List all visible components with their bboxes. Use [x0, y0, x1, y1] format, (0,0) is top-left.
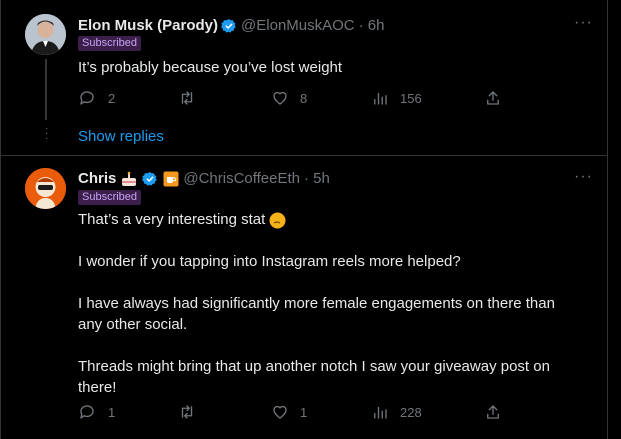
avatar-image — [25, 14, 66, 55]
views-button[interactable]: 156 — [371, 89, 422, 107]
thread-line — [45, 59, 47, 120]
handle[interactable]: @ElonMuskAOC — [241, 17, 355, 34]
cake-emoji-icon — [122, 171, 137, 186]
like-icon — [273, 405, 287, 419]
reply-count: 2 — [108, 90, 116, 106]
reply-button[interactable]: 1 — [78, 403, 115, 421]
reply-count: 1 — [108, 404, 116, 420]
timestamp[interactable]: · 6h — [359, 17, 385, 34]
views-icon — [374, 92, 387, 105]
like-count: 1 — [300, 404, 308, 420]
tweet-paragraph: Threads might bring that up another notc… — [78, 358, 550, 396]
retweet-icon — [181, 91, 193, 105]
like-icon — [273, 91, 287, 105]
like-count: 8 — [300, 90, 308, 106]
thread-dots: · · · — [45, 123, 49, 144]
avatar[interactable] — [25, 14, 66, 55]
handle[interactable]: @ChrisCoffeeEth — [183, 170, 300, 187]
tweet-paragraph: I have always had significantly more fem… — [78, 295, 555, 333]
reply-icon — [80, 405, 94, 419]
more-icon[interactable]: ··· — [574, 168, 593, 186]
subscribed-badge: Subscribed — [78, 36, 142, 51]
views-button[interactable]: 228 — [371, 403, 422, 421]
share-icon — [487, 91, 499, 105]
share-icon — [487, 405, 499, 419]
reply-tweet-2[interactable]: Chris @ChrisCoffeeEth · 5h Subscribed ··… — [0, 156, 608, 439]
subscribed-badge: Subscribed — [78, 190, 142, 205]
share-button[interactable] — [484, 89, 502, 107]
thinking-emoji-icon — [269, 212, 286, 229]
tweet-text: It’s probably because you’ve lost weight — [78, 57, 578, 78]
view-count: 156 — [400, 90, 422, 106]
tweet-paragraph: It’s probably because you’ve lost weight — [78, 59, 343, 76]
reply-icon — [80, 91, 94, 105]
display-name[interactable]: Chris — [78, 170, 116, 187]
tweet-header: Elon Musk (Parody) @ElonMuskAOC · 6h — [78, 17, 384, 34]
views-icon — [374, 406, 387, 419]
retweet-icon — [181, 405, 193, 419]
like-button[interactable]: 1 — [271, 403, 307, 421]
verified-badge-icon[interactable] — [221, 18, 237, 34]
more-icon[interactable]: ··· — [574, 14, 593, 32]
show-replies-link[interactable]: Show replies — [78, 128, 164, 145]
coffee-emoji-icon — [163, 171, 179, 186]
share-button[interactable] — [484, 403, 502, 421]
view-count: 228 — [400, 404, 422, 420]
display-name[interactable]: Elon Musk (Parody) — [78, 17, 218, 34]
like-button[interactable]: 8 — [271, 89, 307, 107]
retweet-button[interactable] — [178, 89, 196, 107]
tweet-paragraph: That’s a very interesting stat — [78, 211, 266, 228]
avatar[interactable] — [25, 168, 66, 209]
retweet-button[interactable] — [178, 403, 196, 421]
tweet-paragraph: I wonder if you tapping into Instagram r… — [78, 253, 461, 270]
verified-badge-icon[interactable] — [142, 171, 158, 187]
tweet-text: That’s a very interesting stat I wonder … — [78, 209, 578, 398]
tweet-paragraph-wrap: That’s a very interesting stat — [78, 209, 578, 230]
timestamp[interactable]: · 5h — [304, 170, 330, 187]
avatar-image — [25, 168, 66, 209]
tweet-header: Chris @ChrisCoffeeEth · 5h — [78, 170, 330, 187]
reply-button[interactable]: 2 — [78, 89, 115, 107]
